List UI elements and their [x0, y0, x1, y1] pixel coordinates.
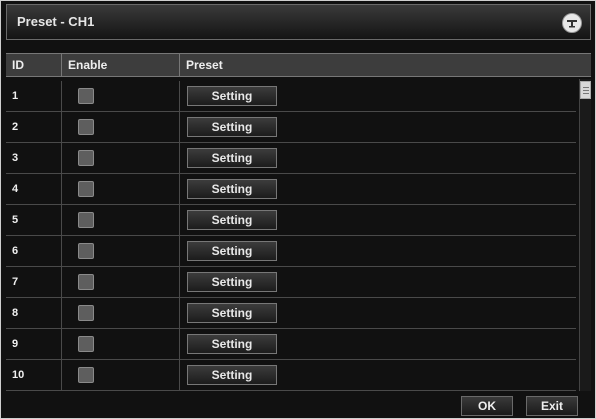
- header-preset: Preset: [186, 58, 223, 72]
- row-id: 5: [6, 205, 62, 235]
- table-row: 3 Setting: [6, 143, 576, 174]
- enable-checkbox[interactable]: [78, 212, 94, 228]
- dialog-footer: OK Exit: [6, 393, 591, 417]
- table-row: 4 Setting: [6, 174, 576, 205]
- header-id: ID: [6, 54, 62, 76]
- setting-button[interactable]: Setting: [187, 179, 277, 199]
- preset-cell: Setting: [180, 81, 576, 111]
- enable-checkbox[interactable]: [78, 119, 94, 135]
- setting-button[interactable]: Setting: [187, 272, 277, 292]
- preset-cell: Setting: [180, 174, 576, 204]
- enable-cell: [62, 329, 180, 359]
- table-header: ID Enable Preset: [6, 53, 591, 77]
- enable-checkbox[interactable]: [78, 274, 94, 290]
- preset-dialog: Preset - CH1 ID Enable Preset 1 Setting …: [0, 0, 596, 419]
- table-row: 8 Setting: [6, 298, 576, 329]
- enable-checkbox[interactable]: [78, 150, 94, 166]
- table-row: 7 Setting: [6, 267, 576, 298]
- enable-cell: [62, 205, 180, 235]
- scroll-thumb[interactable]: [580, 81, 591, 99]
- preset-cell: Setting: [180, 236, 576, 266]
- preset-cell: Setting: [180, 267, 576, 297]
- setting-button[interactable]: Setting: [187, 365, 277, 385]
- enable-checkbox[interactable]: [78, 243, 94, 259]
- enable-cell: [62, 267, 180, 297]
- table-row: 2 Setting: [6, 112, 576, 143]
- ok-button[interactable]: OK: [461, 396, 513, 416]
- table-row: 1 Setting: [6, 81, 576, 112]
- row-id: 7: [6, 267, 62, 297]
- setting-button[interactable]: Setting: [187, 86, 277, 106]
- enable-cell: [62, 174, 180, 204]
- setting-button[interactable]: Setting: [187, 303, 277, 323]
- grip-line: [583, 87, 589, 88]
- preset-cell: Setting: [180, 329, 576, 359]
- enable-checkbox[interactable]: [78, 336, 94, 352]
- row-id: 8: [6, 298, 62, 328]
- row-id: 9: [6, 329, 62, 359]
- enable-checkbox[interactable]: [78, 181, 94, 197]
- grip-line: [583, 93, 589, 94]
- enable-checkbox[interactable]: [78, 367, 94, 383]
- row-id: 6: [6, 236, 62, 266]
- title-bar: Preset - CH1: [6, 4, 591, 40]
- enable-cell: [62, 360, 180, 390]
- preset-cell: Setting: [180, 112, 576, 142]
- dialog-title: Preset - CH1: [17, 14, 95, 29]
- enable-checkbox[interactable]: [78, 305, 94, 321]
- enable-cell: [62, 298, 180, 328]
- row-id: 10: [6, 360, 62, 390]
- preset-cell: Setting: [180, 298, 576, 328]
- enable-cell: [62, 143, 180, 173]
- table-body: 1 Setting 2 Setting 3 Setting 4 Setting …: [6, 81, 576, 391]
- table-row: 10 Setting: [6, 360, 576, 391]
- enable-cell: [62, 81, 180, 111]
- setting-button[interactable]: Setting: [187, 334, 277, 354]
- enable-cell: [62, 236, 180, 266]
- header-enable: Enable: [62, 54, 180, 76]
- preset-cell: Setting: [180, 143, 576, 173]
- setting-button[interactable]: Setting: [187, 148, 277, 168]
- grip-line: [583, 90, 589, 91]
- setting-button[interactable]: Setting: [187, 241, 277, 261]
- row-id: 2: [6, 112, 62, 142]
- table-row: 5 Setting: [6, 205, 576, 236]
- table-row: 9 Setting: [6, 329, 576, 360]
- row-id: 3: [6, 143, 62, 173]
- vertical-scrollbar[interactable]: [579, 79, 591, 391]
- close-icon: [567, 20, 577, 28]
- row-id: 1: [6, 81, 62, 111]
- row-id: 4: [6, 174, 62, 204]
- setting-button[interactable]: Setting: [187, 117, 277, 137]
- preset-cell: Setting: [180, 205, 576, 235]
- enable-checkbox[interactable]: [78, 88, 94, 104]
- preset-cell: Setting: [180, 360, 576, 390]
- enable-cell: [62, 112, 180, 142]
- table-row: 6 Setting: [6, 236, 576, 267]
- setting-button[interactable]: Setting: [187, 210, 277, 230]
- close-button[interactable]: [562, 13, 582, 33]
- exit-button[interactable]: Exit: [526, 396, 578, 416]
